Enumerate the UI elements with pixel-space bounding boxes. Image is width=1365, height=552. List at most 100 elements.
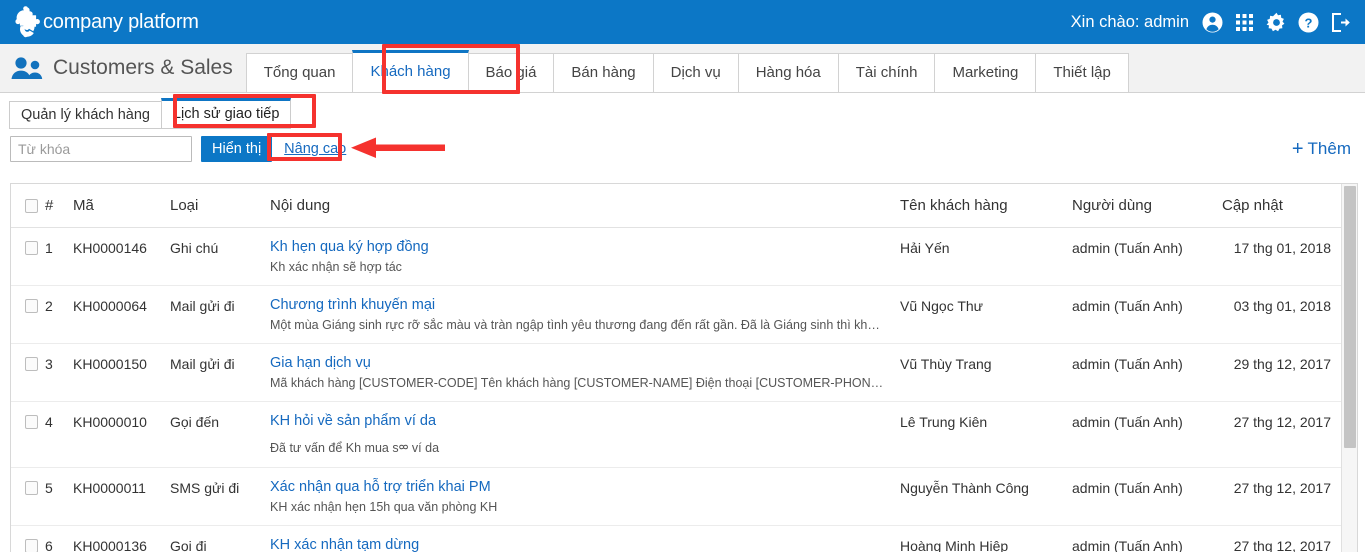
- table-row[interactable]: 2 KH0000064 Mail gửi đi Chương trình khu…: [11, 285, 1342, 344]
- row-type: Mail gửi đi: [170, 285, 270, 344]
- row-user: admin (Tuấn Anh): [1072, 401, 1222, 468]
- row-content: KH hỏi về sản phẩm ví da Đã tư vấn để Kh…: [270, 401, 900, 468]
- help-question-icon[interactable]: ?: [1298, 12, 1319, 33]
- row-checkbox[interactable]: [25, 357, 38, 371]
- tab-thiet-lap[interactable]: Thiết lập: [1035, 53, 1129, 92]
- add-button-label: Thêm: [1307, 139, 1351, 158]
- search-input[interactable]: [10, 136, 192, 162]
- row-customer: Vũ Thùy Trang: [900, 343, 1072, 402]
- tab-dich-vu[interactable]: Dịch vụ: [652, 53, 739, 92]
- row-type: SMS gửi đi: [170, 467, 270, 526]
- row-updated: 27 thg 12, 2017: [1222, 525, 1342, 552]
- row-code: KH0000010: [73, 401, 170, 468]
- apps-grid-icon[interactable]: [1234, 12, 1255, 33]
- tab-ban-hang[interactable]: Bán hàng: [553, 53, 654, 92]
- row-user: admin (Tuấn Anh): [1072, 227, 1222, 286]
- tab-marketing[interactable]: Marketing: [934, 53, 1037, 92]
- row-type: Gọi đến: [170, 401, 270, 468]
- row-updated: 27 thg 12, 2017: [1222, 401, 1342, 468]
- row-customer: Lê Trung Kiên: [900, 401, 1072, 468]
- row-type: Ghi chú: [170, 227, 270, 286]
- row-updated: 27 thg 12, 2017: [1222, 467, 1342, 526]
- brand-logo[interactable]: company platform: [14, 6, 199, 38]
- table-body: 1 KH0000146 Ghi chú Kh hẹn qua ký hợp đồ…: [11, 227, 1342, 552]
- header-type[interactable]: Loại: [170, 184, 270, 228]
- row-content-title[interactable]: Chương trình khuyến mại: [270, 297, 886, 313]
- row-checkbox[interactable]: [25, 299, 38, 313]
- select-all-checkbox[interactable]: [25, 198, 38, 213]
- row-content-sub: Đã tư vấn để Kh mua sᢁ ví da: [270, 441, 440, 455]
- table-row[interactable]: 3 KH0000150 Mail gửi đi Gia hạn dịch vụ …: [11, 343, 1342, 402]
- plus-icon: +: [1291, 138, 1304, 160]
- row-content-title[interactable]: Kh hẹn qua ký hợp đồng: [270, 239, 886, 255]
- tab-tai-chinh[interactable]: Tài chính: [837, 53, 936, 92]
- row-select-cell: [11, 401, 45, 468]
- main-tabs: Tổng quan Khách hàng Báo giá Bán hàng Dị…: [245, 44, 1129, 92]
- row-checkbox[interactable]: [25, 415, 38, 429]
- puzzle-e-logo-icon: [14, 6, 44, 38]
- row-code: KH0000150: [73, 343, 170, 402]
- scrollbar-thumb[interactable]: [1344, 186, 1356, 448]
- row-index: 1: [45, 227, 73, 286]
- row-index: 3: [45, 343, 73, 402]
- row-user: admin (Tuấn Anh): [1072, 343, 1222, 402]
- app-root: company platform Xin chào: admin ? Custo…: [0, 0, 1365, 552]
- row-code: KH0000064: [73, 285, 170, 344]
- module-tab-bar: Customers & Sales Tổng quan Khách hàng B…: [0, 44, 1365, 93]
- row-customer: Hải Yến: [900, 227, 1072, 286]
- page-title: Customers & Sales: [53, 56, 233, 79]
- row-content: Gia hạn dịch vụ Mã khách hàng [CUSTOMER-…: [270, 343, 900, 402]
- data-grid: # Mã Loại Nội dung Tên khách hàng Người …: [11, 184, 1342, 552]
- tab-tong-quan[interactable]: Tổng quan: [245, 53, 354, 92]
- row-updated: 03 thg 01, 2018: [1222, 285, 1342, 344]
- table-row[interactable]: 4 KH0000010 Gọi đến KH hỏi về sản phẩm v…: [11, 401, 1342, 468]
- add-button[interactable]: + Thêm: [1292, 139, 1351, 159]
- vertical-scrollbar[interactable]: [1341, 184, 1357, 552]
- table-head: # Mã Loại Nội dung Tên khách hàng Người …: [11, 184, 1342, 228]
- row-content-sub: KH xác nhận hẹn 15h qua văn phòng KH: [270, 500, 498, 514]
- header-customer[interactable]: Tên khách hàng: [900, 184, 1072, 228]
- row-type: Mail gửi đi: [170, 343, 270, 402]
- row-select-cell: [11, 343, 45, 402]
- subtab-quan-ly-khach-hang[interactable]: Quản lý khách hàng: [9, 101, 162, 129]
- row-content-title[interactable]: KH xác nhận tạm dừng: [270, 537, 886, 552]
- row-type: Gọi đi: [170, 525, 270, 552]
- header-content[interactable]: Nội dung: [270, 184, 900, 228]
- tab-bao-gia[interactable]: Báo giá: [467, 53, 555, 92]
- row-updated: 29 thg 12, 2017: [1222, 343, 1342, 402]
- row-user: admin (Tuấn Anh): [1072, 467, 1222, 526]
- table-header-row: # Mã Loại Nội dung Tên khách hàng Người …: [11, 184, 1342, 228]
- row-checkbox[interactable]: [25, 241, 38, 255]
- tab-khach-hang[interactable]: Khách hàng: [352, 50, 469, 92]
- subtab-lich-su-giao-tiep[interactable]: Lịch sử giao tiếp: [160, 98, 292, 129]
- row-content: Kh hẹn qua ký hợp đồng Kh xác nhận sẽ hợ…: [270, 227, 900, 286]
- communication-history-table: # Mã Loại Nội dung Tên khách hàng Người …: [10, 183, 1358, 552]
- row-select-cell: [11, 467, 45, 526]
- show-button[interactable]: Hiển thị: [201, 136, 273, 162]
- row-checkbox[interactable]: [25, 539, 38, 552]
- row-content: Xác nhận qua hỗ trợ triển khai PM KH xác…: [270, 467, 900, 526]
- table-row[interactable]: 1 KH0000146 Ghi chú Kh hẹn qua ký hợp đồ…: [11, 227, 1342, 286]
- row-customer: Nguyễn Thành Công: [900, 467, 1072, 526]
- row-content-title[interactable]: Gia hạn dịch vụ: [270, 355, 886, 371]
- user-account-icon[interactable]: [1202, 12, 1223, 33]
- row-updated: 17 thg 01, 2018: [1222, 227, 1342, 286]
- row-user: admin (Tuấn Anh): [1072, 285, 1222, 344]
- row-content-title[interactable]: Xác nhận qua hỗ trợ triển khai PM: [270, 479, 886, 495]
- header-user[interactable]: Người dùng: [1072, 184, 1222, 228]
- header-updated[interactable]: Cập nhật: [1222, 184, 1342, 228]
- row-index: 5: [45, 467, 73, 526]
- logout-icon[interactable]: [1330, 12, 1351, 33]
- advanced-search-link[interactable]: Nâng cao: [284, 141, 346, 157]
- sub-tabs: Quản lý khách hàng Lịch sử giao tiếp: [9, 98, 292, 129]
- header-code[interactable]: Mã: [73, 184, 170, 228]
- gear-icon[interactable]: [1266, 12, 1287, 33]
- row-select-cell: [11, 227, 45, 286]
- row-index: 6: [45, 525, 73, 552]
- row-checkbox[interactable]: [25, 481, 38, 495]
- table-row[interactable]: 5 KH0000011 SMS gửi đi Xác nhận qua hỗ t…: [11, 467, 1342, 526]
- tab-hang-hoa[interactable]: Hàng hóa: [737, 53, 839, 92]
- row-content-title[interactable]: KH hỏi về sản phẩm ví da: [270, 413, 886, 429]
- header-index[interactable]: #: [45, 184, 73, 228]
- table-row[interactable]: 6 KH0000136 Gọi đi KH xác nhận tạm dừng …: [11, 525, 1342, 552]
